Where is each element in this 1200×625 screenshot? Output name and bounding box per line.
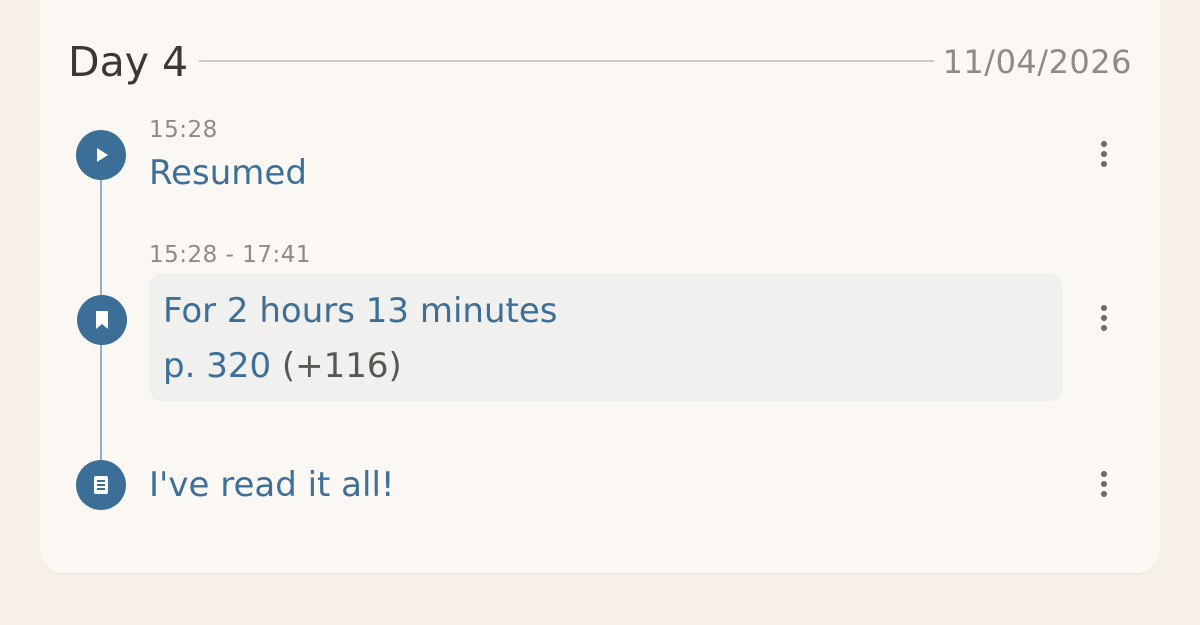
session-page-delta: (+116) bbox=[281, 346, 402, 386]
session-time-range: 15:28 - 17:41 bbox=[149, 242, 311, 268]
more-options-icon-dot bbox=[1101, 151, 1107, 157]
more-options-icon-dot bbox=[1101, 315, 1107, 321]
more-options-icon-dot bbox=[1101, 325, 1107, 331]
more-options-icon bbox=[1101, 305, 1107, 311]
day-header: Day 4 11/04/2026 bbox=[68, 36, 1132, 88]
more-options-icon bbox=[1101, 471, 1107, 477]
more-options-button[interactable] bbox=[1086, 296, 1122, 340]
session-page-line: p. 320 (+116) bbox=[163, 344, 402, 388]
session-page: p. 320 bbox=[163, 346, 272, 386]
play-icon bbox=[76, 130, 126, 180]
header-divider bbox=[199, 60, 934, 62]
more-options-button[interactable] bbox=[1086, 132, 1122, 176]
day-date: 11/04/2026 bbox=[942, 43, 1132, 81]
more-options-icon-dot bbox=[1101, 491, 1107, 497]
session-duration: For 2 hours 13 minutes bbox=[163, 291, 558, 331]
book-icon bbox=[76, 460, 126, 510]
more-options-icon-dot bbox=[1101, 161, 1107, 167]
event-time: 15:28 bbox=[149, 117, 218, 143]
bookmark-icon bbox=[77, 295, 127, 345]
event-resumed-label: Resumed bbox=[149, 153, 307, 193]
event-finished-label: I've read it all! bbox=[149, 465, 395, 505]
more-options-icon bbox=[1101, 141, 1107, 147]
day-title: Day 4 bbox=[68, 38, 189, 86]
reading-session-card[interactable]: For 2 hours 13 minutes p. 320 (+116) bbox=[149, 273, 1062, 401]
more-options-button[interactable] bbox=[1086, 462, 1122, 506]
more-options-icon-dot bbox=[1101, 481, 1107, 487]
